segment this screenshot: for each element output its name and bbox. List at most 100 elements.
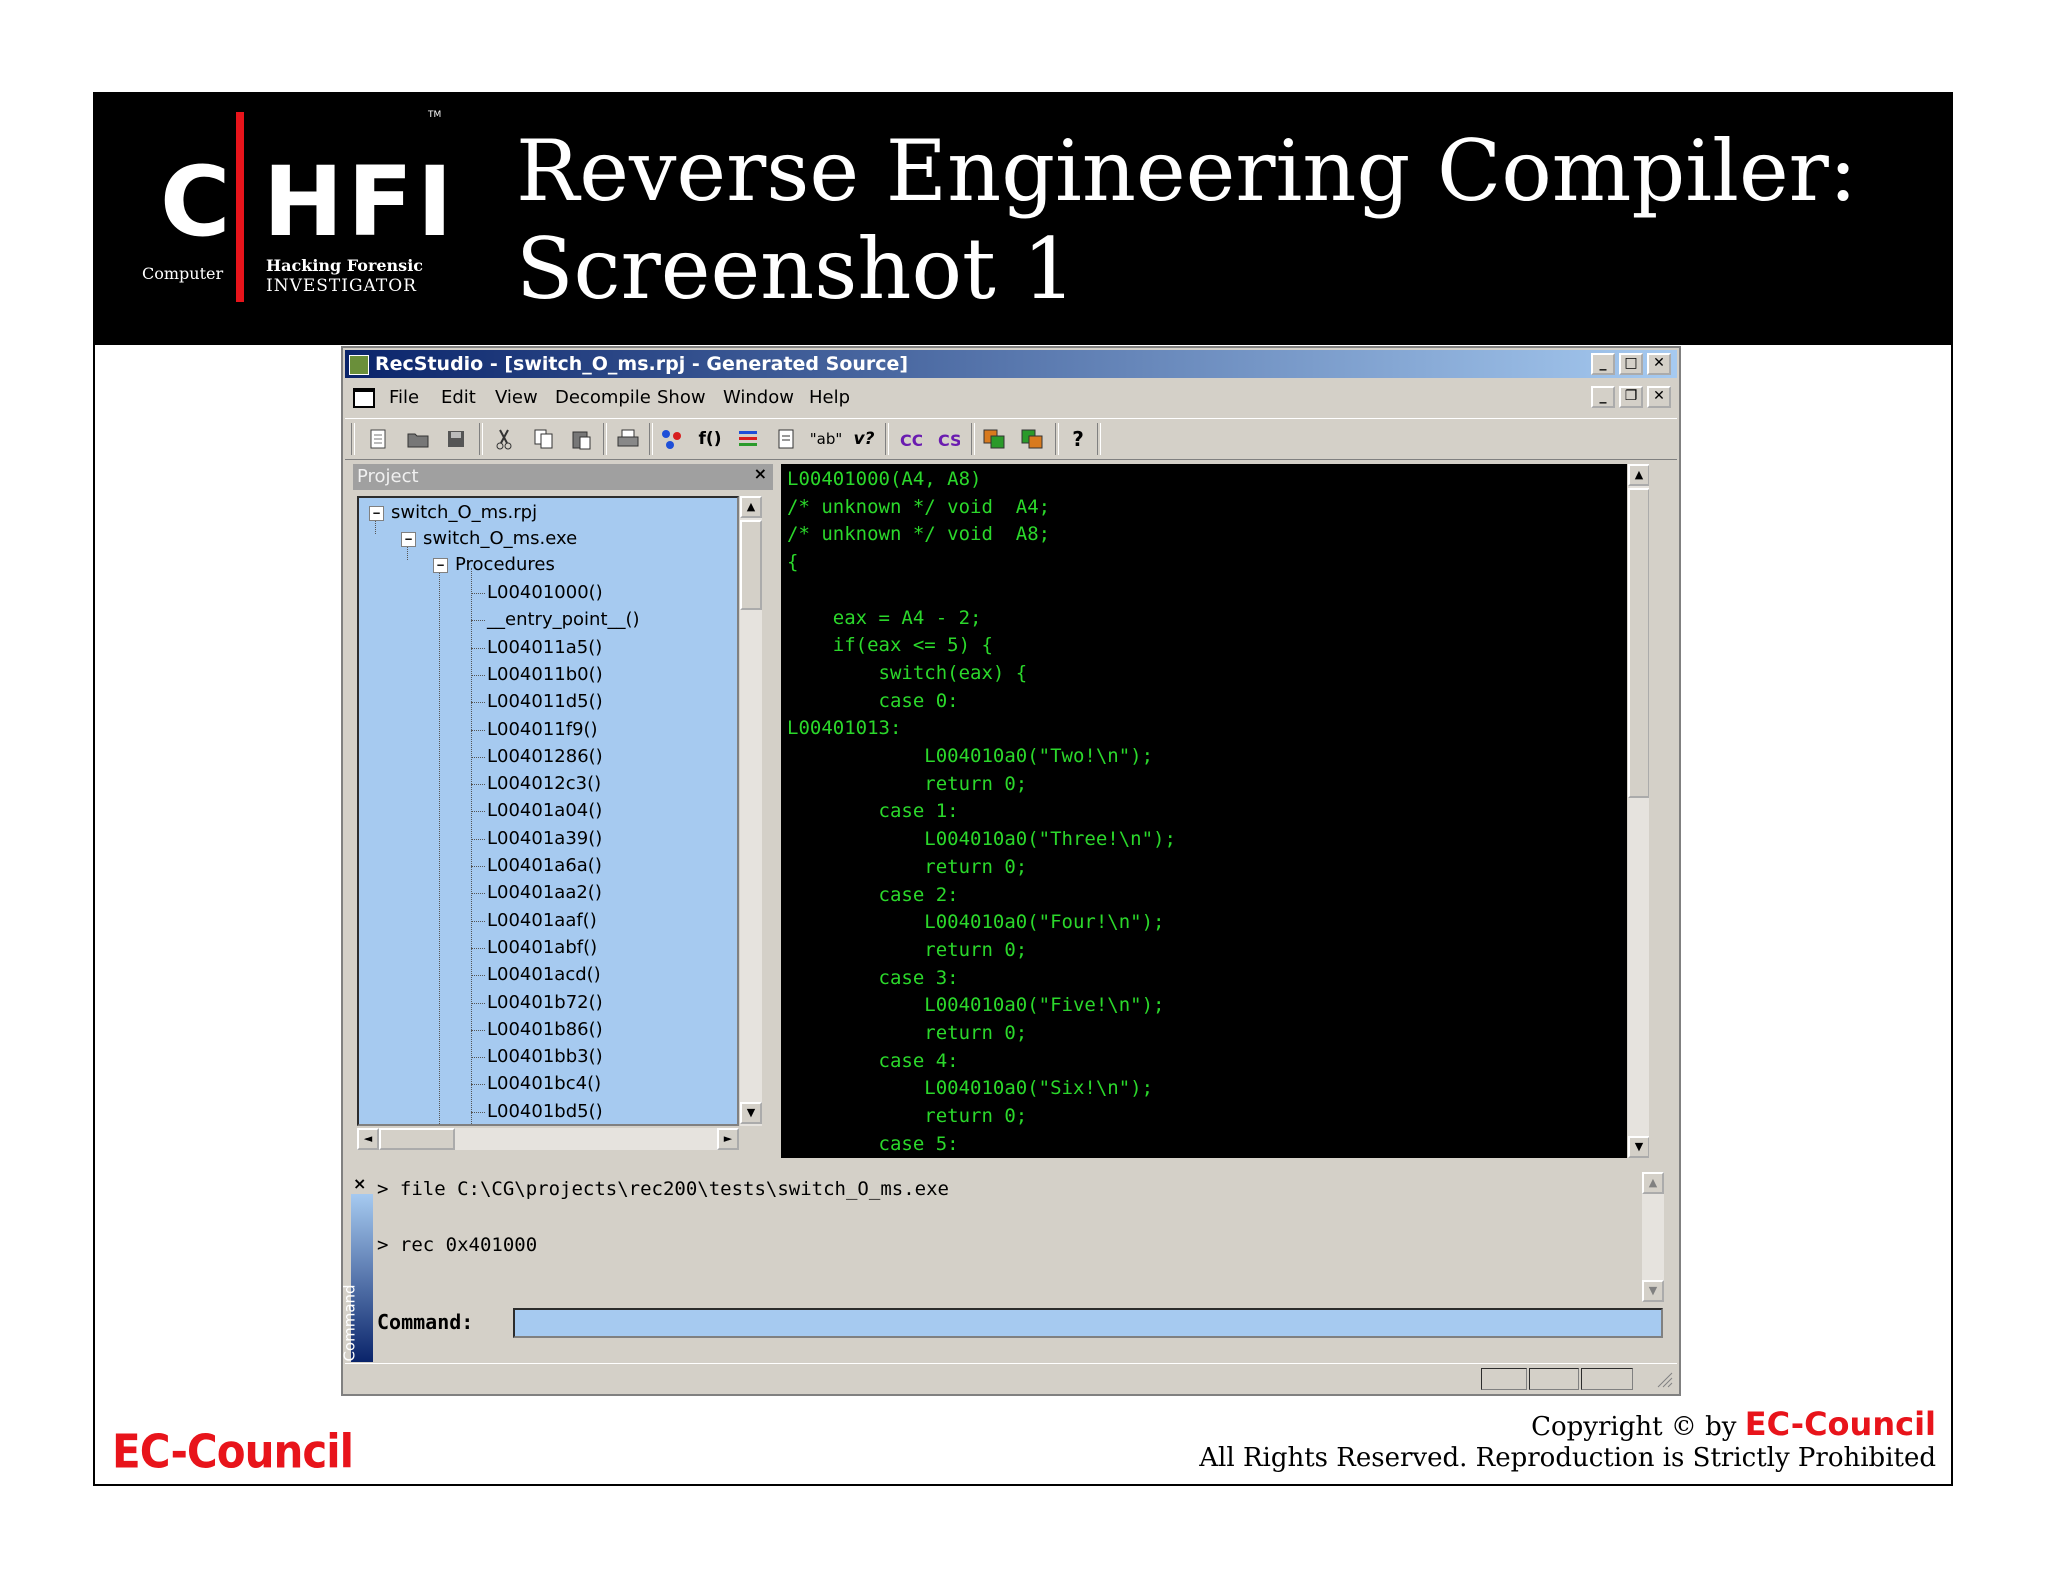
scroll-up-icon[interactable]: ▲ [1628,464,1649,486]
tree-item-procedure[interactable]: L00401a04() [487,798,602,824]
tree-item-procedure[interactable]: L00401b72() [487,990,603,1016]
project-tree: − switch_O_ms.rpj − switch_O_ms.exe − Pr… [357,496,739,1126]
collapse-icon[interactable]: − [369,506,384,521]
s-source-icon[interactable]: CS [935,427,961,451]
scroll-left-icon[interactable]: ◄ [357,1128,379,1150]
tree-item-procedure[interactable]: L00401aaf() [487,908,597,934]
menu-help[interactable]: Help [809,387,850,408]
tree-item-procedure[interactable]: L00401a6a() [487,853,602,879]
tree-item-procedure[interactable]: L00401aa2() [487,880,602,906]
tree-item-procedure[interactable]: __entry_point__() [487,607,640,633]
tree-item-procedure[interactable]: L004011f9() [487,717,598,743]
resize-grip-icon[interactable] [1655,1370,1673,1393]
code-line: return 0; [787,772,1028,795]
mdi-minimize-button[interactable]: _ [1591,386,1615,408]
logo-computer: Computer [142,264,224,283]
project-panel: Project × − switch_O_ms.rpj − switch_O_m… [353,464,773,1154]
tree-item-procedure[interactable]: L00401bb3() [487,1044,603,1070]
scroll-thumb[interactable] [379,1128,455,1150]
collapse-icon[interactable]: − [433,558,448,573]
import-icon[interactable] [1019,427,1045,451]
code-line: L004010a0("Three!\n"); [787,828,1176,851]
menu-show[interactable]: Show [657,387,706,408]
document-window-icon[interactable] [353,388,375,408]
code-line: return 0; [787,855,1028,878]
menu-window[interactable]: Window [723,387,794,408]
tree-connector [471,1002,485,1004]
code-line: return 0; [787,938,1028,961]
tree-item-procedure[interactable]: L00401abf() [487,935,597,961]
command-panel-close-icon[interactable]: × [353,1174,366,1193]
project-panel-header: Project × [353,464,773,490]
project-panel-close-icon[interactable]: × [754,464,767,483]
export-icon[interactable] [981,427,1007,451]
menu-decompile[interactable]: Decompile [555,387,651,408]
new-icon[interactable] [365,427,391,451]
source-code-panel[interactable]: L00401000(A4, A8) /* unknown */ void A4; /… [781,464,1649,1158]
maximize-button[interactable]: □ [1619,353,1643,375]
document-icon[interactable] [773,427,799,451]
save-icon[interactable] [443,427,469,451]
scroll-down-icon[interactable]: ▼ [1628,1136,1649,1158]
menu-view[interactable]: View [495,387,538,408]
function-icon[interactable]: f() [697,427,723,451]
scroll-down-icon[interactable]: ▼ [1642,1280,1664,1302]
tree-item-procedure[interactable]: L004012c3() [487,771,601,797]
scroll-thumb[interactable] [1628,488,1649,798]
list-icon[interactable] [735,427,761,451]
menu-file[interactable]: File [389,387,419,408]
toolbar-separator [971,423,975,455]
scroll-up-icon[interactable]: ▲ [1642,1172,1664,1194]
tree-item-procedure[interactable]: L00401bd5() [487,1099,603,1124]
c-source-icon[interactable]: CC [897,427,923,451]
tree-item-procedure[interactable]: L004011a5() [487,635,602,661]
string-icon[interactable]: "ab" [810,427,843,451]
tree-item-procedure[interactable]: L00401acd() [487,962,601,988]
tree-item-procedure[interactable]: L00401bc4() [487,1071,601,1097]
scroll-down-icon[interactable]: ▼ [740,1102,762,1124]
tree-item-procedure[interactable]: L00401000() [487,580,603,606]
minimize-button[interactable]: _ [1591,353,1615,375]
tree-item-procedure[interactable]: L004011b0() [487,662,603,688]
tree-connector [471,1029,485,1031]
variable-icon[interactable]: v? [851,427,877,451]
tree-item-label: Procedures [455,554,555,575]
tree-item-procedure[interactable]: L004011d5() [487,689,603,715]
code-line: L004010a0("Two!\n"); [787,745,1154,767]
command-input-label: Command: [377,1310,474,1334]
collapse-icon[interactable]: − [401,532,416,547]
code-line: L004010a0("Five!\n"); [787,994,1165,1017]
recstudio-window: RecStudio - [switch_O_ms.rpj - Generated… [341,346,1681,1396]
cut-icon[interactable] [491,427,517,451]
paste-icon[interactable] [569,427,595,451]
recstudio-app-icon [349,355,369,375]
toolbar-separator [649,423,653,455]
scroll-up-icon[interactable]: ▲ [740,496,762,518]
tree-horizontal-scrollbar[interactable]: ◄ ► [357,1128,739,1150]
menu-edit[interactable]: Edit [441,387,476,408]
scroll-thumb[interactable] [740,520,762,610]
mdi-close-button[interactable]: ✕ [1647,386,1671,408]
copyright-notice: Copyright © by EC-Council All Rights Res… [1199,1405,1936,1473]
mdi-restore-button[interactable]: ❐ [1619,386,1643,408]
tree-connector [471,674,485,676]
help-icon[interactable]: ? [1065,427,1091,451]
close-button[interactable]: ✕ [1647,353,1671,375]
print-icon[interactable] [615,427,641,451]
scroll-right-icon[interactable]: ► [717,1128,739,1150]
open-folder-icon[interactable] [405,427,431,451]
command-output-scrollbar[interactable]: ▲ ▼ [1641,1172,1664,1302]
tree-item-procedure[interactable]: L00401286() [487,744,603,770]
tree-vertical-scrollbar[interactable]: ▲ ▼ [739,496,762,1126]
graph-icon[interactable] [659,427,685,451]
tree-item-procedure[interactable]: L00401b86() [487,1017,603,1043]
copy-icon[interactable] [531,427,557,451]
tree-connector [471,702,485,704]
tree-connector [471,893,485,895]
slide-title-line-2: Screenshot 1 [516,220,1076,318]
code-vertical-scrollbar[interactable]: ▲ ▼ [1627,464,1649,1158]
tree-item-procedure[interactable]: L00401a39() [487,826,602,852]
window-titlebar[interactable]: RecStudio - [switch_O_ms.rpj - Generated… [345,350,1677,378]
copyright-prefix: Copyright © by [1531,1412,1745,1442]
command-input[interactable] [513,1308,1663,1338]
